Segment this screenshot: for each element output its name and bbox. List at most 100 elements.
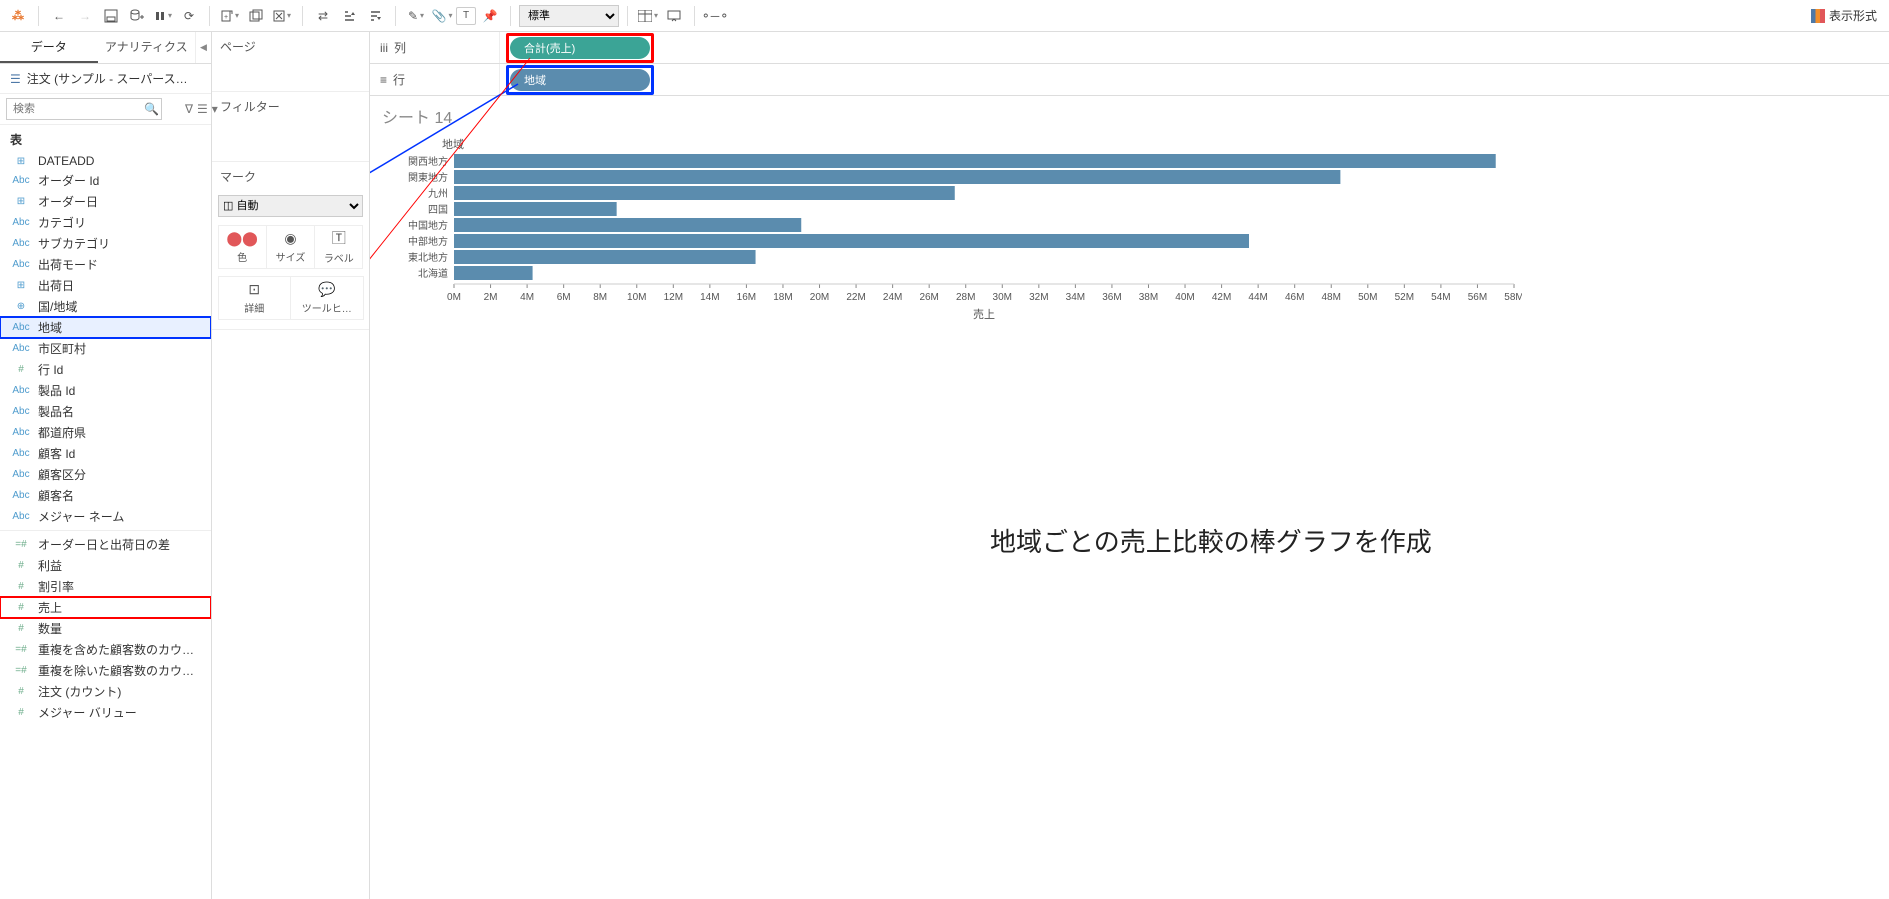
svg-text:16M: 16M [737,292,756,303]
field-item[interactable]: #注文 (カウント) [0,681,211,702]
svg-text:8M: 8M [593,292,607,303]
field-item[interactable]: ⊞DATEADD [0,152,211,170]
mark-type-select[interactable]: ◫ 自動 [218,195,363,217]
collapse-arrow[interactable]: ◀ [195,32,211,63]
group-button[interactable]: 📎 [430,4,454,28]
detail-button[interactable]: ⊡詳細 [218,276,292,320]
pages-shelf[interactable]: ページ [212,32,369,61]
field-item[interactable]: Abc地域 [0,317,211,338]
filter-icon[interactable]: ∇ [185,100,193,118]
rows-pill-region[interactable]: 地域 [510,69,650,91]
svg-text:20M: 20M [810,292,829,303]
columns-pill-sum-sales[interactable]: 合計(売上) [510,37,650,59]
field-item[interactable]: Abc顧客区分 [0,464,211,485]
field-item[interactable]: Abc製品名 [0,401,211,422]
svg-text:2M: 2M [484,292,498,303]
field-type-icon: =# [10,539,32,550]
format-button[interactable] [636,4,660,28]
search-input[interactable] [6,98,162,120]
columns-shelf[interactable]: 合計(売上) [500,33,1889,63]
bar[interactable] [454,170,1340,184]
bar-chart[interactable]: 関西地方関東地方九州四国中国地方中部地方東北地方北海道0M2M4M6M8M10M… [382,154,1522,324]
sheet-title[interactable]: シート 14 [370,96,1889,136]
highlight-button[interactable]: ✎ [404,4,428,28]
field-name: 数量 [38,620,201,637]
search-icon[interactable]: 🔍 [144,102,159,116]
color-button[interactable]: ⬤⬤色 [218,225,267,269]
field-item[interactable]: =#重複を除いた顧客数のカウント [0,660,211,681]
text-button[interactable]: T [456,7,476,25]
refresh-button[interactable]: ⟳ [177,4,201,28]
tooltip-button[interactable]: 💬ツールヒ… [290,276,364,320]
field-item[interactable]: Abc都道府県 [0,422,211,443]
pause-updates-button[interactable] [151,4,175,28]
bar[interactable] [454,250,756,264]
field-type-icon: Abc [10,238,32,249]
rows-icon: ≡ [380,73,387,87]
show-me-button[interactable]: 表示形式 [1805,7,1883,24]
presentation-button[interactable] [662,4,686,28]
field-item[interactable]: Abc製品 Id [0,380,211,401]
field-type-icon: Abc [10,406,32,417]
save-button[interactable] [99,4,123,28]
tab-data[interactable]: データ [0,32,98,63]
clear-button[interactable] [270,4,294,28]
field-item[interactable]: =#重複を含めた顧客数のカウント [0,639,211,660]
field-item[interactable]: =#オーダー日と出荷日の差 [0,534,211,555]
bar[interactable] [454,218,801,232]
field-name: 注文 (カウント) [38,683,201,700]
size-button[interactable]: ◉サイズ [266,225,315,269]
field-item[interactable]: #割引率 [0,576,211,597]
swap-button[interactable]: ⇄ [311,4,335,28]
field-item[interactable]: Abc顧客 Id [0,443,211,464]
field-item[interactable]: Abc市区町村 [0,338,211,359]
bar[interactable] [454,202,617,216]
forward-button[interactable]: → [73,4,97,28]
pin-button[interactable]: 📌 [478,4,502,28]
new-worksheet-button[interactable]: + [218,4,242,28]
field-item[interactable]: Abc顧客名 [0,485,211,506]
field-item[interactable]: Abc出荷モード [0,254,211,275]
datasource-row[interactable]: ☰ 注文 (サンプル - スーパース… [0,64,211,94]
field-name: 顧客区分 [38,466,201,483]
label-button[interactable]: 🅃ラベル [314,225,363,269]
annotation-text: 地域ごとの売上比較の棒グラフを作成 [990,522,1432,559]
field-item[interactable]: Abcカテゴリ [0,212,211,233]
field-item[interactable]: ⊞オーダー日 [0,191,211,212]
logo-icon[interactable]: ⁂ [6,4,30,28]
field-type-icon: Abc [10,175,32,186]
field-item[interactable]: #売上 [0,597,211,618]
bar[interactable] [454,154,1496,168]
field-item[interactable]: Abcオーダー Id [0,170,211,191]
bar[interactable] [454,234,1249,248]
field-item[interactable]: #利益 [0,555,211,576]
view-icon[interactable]: ☰ [197,100,208,118]
field-type-icon: ⊕ [10,301,32,312]
back-button[interactable]: ← [47,4,71,28]
new-datasource-button[interactable] [125,4,149,28]
columns-icon: iii [380,41,388,55]
rows-shelf[interactable]: 地域 [500,65,1889,95]
field-type-icon: Abc [10,511,32,522]
field-item[interactable]: #数量 [0,618,211,639]
sort-asc-button[interactable] [337,4,361,28]
filters-shelf[interactable]: フィルター [212,92,369,121]
field-item[interactable]: #行 Id [0,359,211,380]
share-button[interactable]: ⚬─⚬ [703,4,727,28]
field-item[interactable]: ⊞出荷日 [0,275,211,296]
bar[interactable] [454,266,533,280]
tab-analytics[interactable]: アナリティクス [98,32,196,63]
sort-desc-button[interactable] [363,4,387,28]
field-name: サブカテゴリ [38,235,201,252]
datasource-name: 注文 (サンプル - スーパース… [27,70,188,87]
data-pane: データ アナリティクス ◀ ☰ 注文 (サンプル - スーパース… 🔍 ∇ ☰ … [0,32,212,899]
field-item[interactable]: #メジャー バリュー [0,702,211,723]
svg-text:4M: 4M [520,292,534,303]
field-item[interactable]: ⊕国/地域 [0,296,211,317]
bar[interactable] [454,186,955,200]
fit-select[interactable]: 標準 [519,5,619,27]
duplicate-button[interactable] [244,4,268,28]
field-item[interactable]: Abc サブカテゴリ [0,233,211,254]
field-type-icon: Abc [10,448,32,459]
field-item[interactable]: Abcメジャー ネーム [0,506,211,527]
